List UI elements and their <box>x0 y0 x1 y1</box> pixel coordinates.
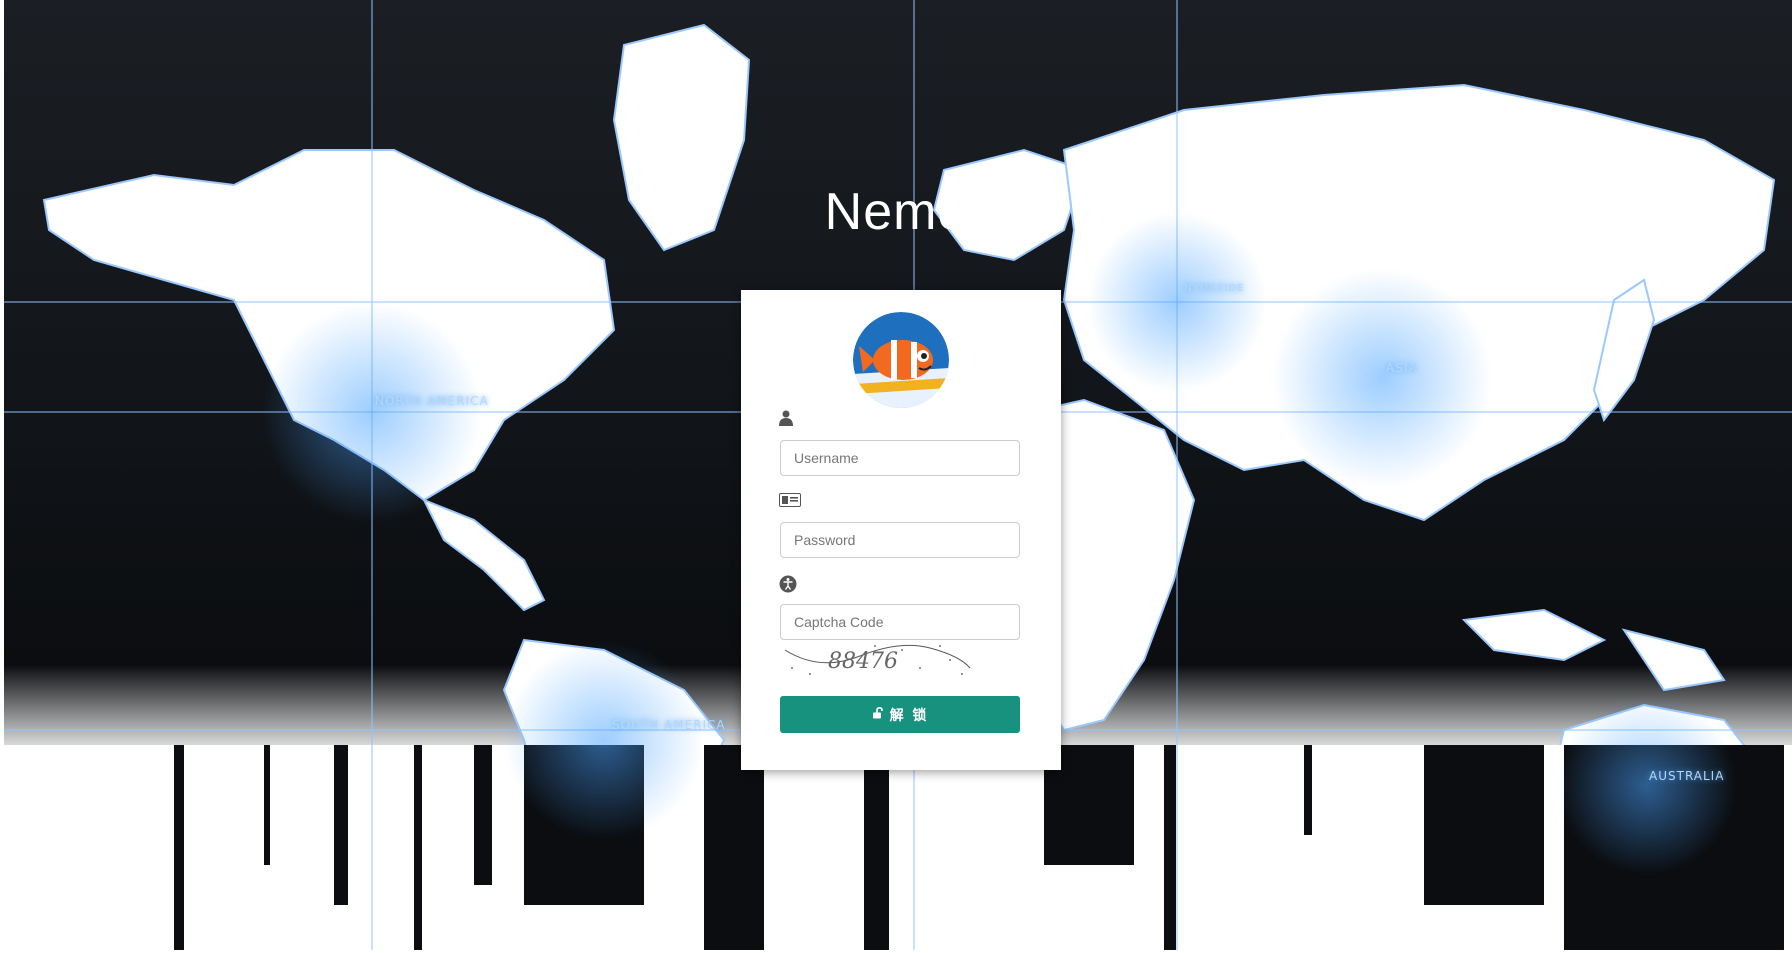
unlock-icon <box>872 706 884 723</box>
captcha-text: 88476 <box>828 649 898 674</box>
accessibility-icon <box>779 575 801 595</box>
login-card: 88476 解 锁 <box>741 290 1061 770</box>
id-card-icon <box>779 493 801 513</box>
map-label-north-america: NORTH AMERICA <box>375 394 489 408</box>
map-label-nymezide: NYMEZIDE <box>1184 283 1245 294</box>
username-input[interactable] <box>780 440 1020 476</box>
map-label-australia: AUSTRALIA <box>1649 769 1725 783</box>
captcha-image[interactable]: 88476 <box>780 638 980 680</box>
unlock-button-label: 解 锁 <box>889 707 929 724</box>
map-label-south-america: SOUTH AMERICA <box>612 718 726 732</box>
map-label-asia: ASIA <box>1386 361 1418 375</box>
password-input[interactable] <box>780 522 1020 558</box>
clownfish-avatar-icon <box>853 312 949 408</box>
unlock-button[interactable]: 解 锁 <box>780 696 1020 733</box>
user-icon <box>779 410 801 430</box>
app-title: Nemo <box>824 183 968 241</box>
captcha-input[interactable] <box>780 604 1020 640</box>
